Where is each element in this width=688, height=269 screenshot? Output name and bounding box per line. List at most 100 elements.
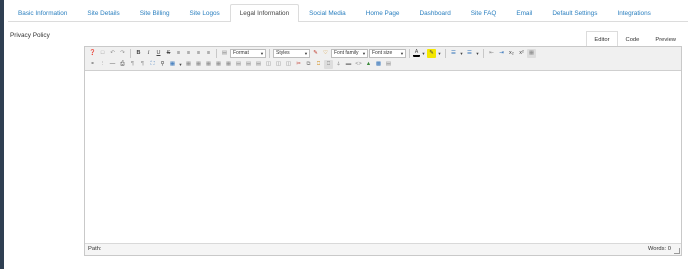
toolbar-row-2: ⚭ ⋮ — ⎙ ¶ ¶ ⛶ ⚲ ▦ ▼ ▦ ▦ ▦ ▦ ▦ ▤ ▤ ▤ ◫ ◫ … [88, 59, 678, 70]
format-select[interactable]: Format ▼ [230, 49, 266, 58]
toolbar-separator [445, 49, 446, 58]
insert-row-after-icon[interactable]: ▤ [244, 60, 253, 69]
paste-icon[interactable]: ⎕ [314, 60, 323, 69]
editor-mode-tabs: Editor Code Preview [586, 31, 684, 47]
ltr-icon[interactable]: ¶ [138, 60, 147, 69]
chevron-down-icon[interactable]: ▼ [459, 49, 464, 58]
toolbar-separator [269, 49, 270, 58]
align-right-icon[interactable]: ≡ [194, 49, 203, 58]
tab-social-media[interactable]: Social Media [299, 4, 356, 21]
horizontal-rule-icon[interactable]: — [108, 60, 117, 69]
paste-text-icon[interactable]: ⎕ [324, 60, 333, 69]
tab-code[interactable]: Code [618, 31, 648, 47]
visual-aid-icon[interactable]: ▦ [527, 49, 536, 58]
highlight-color-icon[interactable]: ✎ [427, 49, 436, 58]
sidebar-edge [0, 0, 4, 269]
settings-tabs: Basic Information Site Details Site Bill… [8, 4, 688, 22]
chevron-down-icon: ▼ [400, 51, 404, 56]
align-left-icon[interactable]: ≡ [174, 49, 183, 58]
font-family-select[interactable]: Font family ▼ [331, 49, 368, 58]
chevron-down-icon: ▼ [260, 51, 264, 56]
cell-properties-icon[interactable]: ▦ [204, 60, 213, 69]
tab-site-billing[interactable]: Site Billing [130, 4, 180, 21]
link-icon[interactable]: ⚭ [88, 60, 97, 69]
toolbar-separator [130, 49, 131, 58]
toolbar-separator [409, 49, 410, 58]
italic-button[interactable]: I [144, 49, 153, 58]
font-size-select[interactable]: Font size ▼ [369, 49, 406, 58]
underline-button[interactable]: U [154, 49, 163, 58]
tab-email[interactable]: Email [506, 4, 542, 21]
strikethrough-button[interactable]: S [164, 49, 173, 58]
merge-cells-icon[interactable]: ▦ [214, 60, 223, 69]
media-icon[interactable]: ▤ [384, 60, 393, 69]
toolbar-separator [483, 49, 484, 58]
tab-integrations[interactable]: Integrations [607, 4, 660, 21]
tab-legal-information[interactable]: Legal Information [229, 4, 300, 22]
rich-text-editor: ❓ □ ↶ ↷ B I U S ≡ ≡ ≡ ≡ ▤ Format ▼ Styles… [84, 46, 682, 256]
redo-icon[interactable]: ↷ [118, 49, 127, 58]
tab-editor[interactable]: Editor [586, 31, 618, 47]
insert-row-before-icon[interactable]: ▤ [234, 60, 243, 69]
numbered-list-icon[interactable]: ☰ [449, 49, 458, 58]
chevron-down-icon: ▼ [304, 51, 308, 56]
cut-icon[interactable]: ✂ [294, 60, 303, 69]
code-icon[interactable]: <> [354, 60, 363, 69]
privacy-policy-label: Privacy Policy [10, 32, 50, 39]
find-icon[interactable]: ⚲ [158, 60, 167, 69]
insert-column-before-icon[interactable]: ◫ [264, 60, 273, 69]
new-document-icon[interactable]: □ [98, 49, 107, 58]
tab-site-faq[interactable]: Site FAQ [461, 4, 507, 21]
tab-dashboard[interactable]: Dashboard [409, 4, 460, 21]
save-icon[interactable]: ▩ [374, 60, 383, 69]
split-cells-icon[interactable]: ▦ [224, 60, 233, 69]
tab-site-details[interactable]: Site Details [77, 4, 129, 21]
format-painter-icon[interactable]: ♡ [321, 49, 330, 58]
superscript-icon[interactable]: x² [517, 49, 526, 58]
outdent-icon[interactable]: ⇤ [487, 49, 496, 58]
tab-default-settings[interactable]: Default Settings [542, 4, 607, 21]
insert-column-after-icon[interactable]: ◫ [274, 60, 283, 69]
align-center-icon[interactable]: ≡ [184, 49, 193, 58]
chevron-down-icon: ▼ [362, 51, 366, 56]
table-properties-icon[interactable]: ▦ [184, 60, 193, 69]
unlink-icon[interactable]: ⋮ [98, 60, 107, 69]
paragraph-icon[interactable]: ▤ [220, 49, 229, 58]
help-icon[interactable]: ❓ [88, 49, 97, 58]
delete-row-icon[interactable]: ▤ [254, 60, 263, 69]
editor-toolbar: ❓ □ ↶ ↷ B I U S ≡ ≡ ≡ ≡ ▤ Format ▼ Styles… [85, 47, 681, 71]
editor-content-area[interactable] [85, 71, 681, 243]
chevron-down-icon[interactable]: ▼ [178, 60, 183, 69]
resize-handle[interactable] [674, 248, 680, 254]
table-icon[interactable]: ▦ [168, 60, 177, 69]
image-icon[interactable]: ▲ [364, 60, 373, 69]
print-icon[interactable]: ⎙ [118, 60, 127, 69]
styles-select[interactable]: Styles ▼ [273, 49, 310, 58]
tab-home-page[interactable]: Home Page [356, 4, 410, 21]
copy-icon[interactable]: ⧉ [304, 60, 313, 69]
bullet-list-icon[interactable]: ☰ [465, 49, 474, 58]
align-justify-icon[interactable]: ≡ [204, 49, 213, 58]
toolbar-separator [216, 49, 217, 58]
undo-icon[interactable]: ↶ [108, 49, 117, 58]
chevron-down-icon[interactable]: ▼ [475, 49, 480, 58]
toolbar-row-1: ❓ □ ↶ ↷ B I U S ≡ ≡ ≡ ≡ ▤ Format ▼ Styles… [88, 48, 678, 59]
page-break-icon[interactable]: ▬ [344, 60, 353, 69]
remove-format-icon[interactable]: ✎ [311, 49, 320, 58]
chevron-down-icon[interactable]: ▼ [437, 49, 442, 58]
word-count: Words: 0 [647, 246, 671, 252]
chevron-down-icon[interactable]: ▼ [421, 49, 426, 58]
delete-table-icon[interactable]: ▦ [194, 60, 203, 69]
indent-icon[interactable]: ⇥ [497, 49, 506, 58]
path-label: Path: [88, 246, 102, 252]
tab-basic-information[interactable]: Basic Information [8, 4, 77, 21]
fullscreen-icon[interactable]: ⛶ [148, 60, 157, 69]
paragraph-mark-icon[interactable]: ¶ [128, 60, 137, 69]
text-color-icon[interactable]: A [413, 50, 420, 57]
delete-column-icon[interactable]: ◫ [284, 60, 293, 69]
subscript-icon[interactable]: x₂ [507, 49, 516, 58]
tab-site-logos[interactable]: Site Logos [180, 4, 230, 21]
tab-preview[interactable]: Preview [647, 31, 684, 47]
insert-icon[interactable]: ⍋ [334, 60, 343, 69]
bold-button[interactable]: B [134, 49, 143, 58]
